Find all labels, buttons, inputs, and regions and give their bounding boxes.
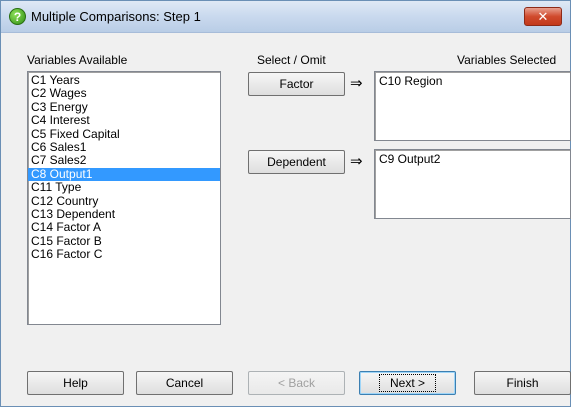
help-button[interactable]: Help: [27, 371, 124, 395]
factor-button-label: Factor: [279, 77, 314, 91]
variables-available-label: Variables Available: [27, 53, 128, 67]
dependent-button-label: Dependent: [267, 155, 326, 169]
dependent-button[interactable]: Dependent: [248, 150, 345, 174]
list-item[interactable]: C15 Factor B: [28, 234, 220, 248]
variables-selected-label: Variables Selected: [457, 53, 557, 67]
back-button[interactable]: < Back: [248, 371, 345, 395]
dependent-arrow-icon: ⇒: [350, 153, 363, 170]
dialog-window: ? Multiple Comparisons: Step 1 ✕ Variabl…: [0, 0, 571, 407]
close-button[interactable]: ✕: [524, 7, 562, 26]
dependent-selected-box[interactable]: C9 Output2: [374, 149, 571, 219]
list-item[interactable]: C11 Type: [28, 180, 220, 194]
list-item[interactable]: C14 Factor A: [28, 221, 220, 234]
list-item[interactable]: C4 Interest: [28, 113, 220, 127]
list-item[interactable]: C12 Country: [28, 194, 220, 208]
help-question-icon: ?: [9, 8, 26, 25]
list-item[interactable]: C16 Factor C: [28, 247, 220, 261]
list-item[interactable]: C1 Years: [28, 73, 220, 87]
list-item[interactable]: C2 Wages: [28, 87, 220, 100]
select-omit-label: Select / Omit: [257, 53, 326, 67]
dependent-selected-value: C9 Output2: [379, 152, 441, 166]
list-item[interactable]: C6 Sales1: [28, 140, 220, 154]
list-item[interactable]: C3 Energy: [28, 100, 220, 114]
finish-button[interactable]: Finish: [474, 371, 571, 395]
next-button[interactable]: Next >: [359, 371, 456, 395]
factor-selected-value: C10 Region: [379, 74, 443, 88]
list-item[interactable]: C8 Output1: [28, 167, 220, 182]
factor-button[interactable]: Factor: [248, 72, 345, 96]
cancel-button[interactable]: Cancel: [136, 371, 233, 395]
title-bar: ? Multiple Comparisons: Step 1 ✕: [1, 1, 570, 33]
window-title: Multiple Comparisons: Step 1: [31, 9, 201, 24]
list-item[interactable]: C5 Fixed Capital: [28, 127, 220, 141]
factor-selected-box[interactable]: C10 Region: [374, 71, 571, 141]
next-button-label: Next >: [378, 374, 436, 392]
factor-arrow-icon: ⇒: [350, 75, 363, 92]
variables-available-list[interactable]: C1 Years C2 Wages C3 Energy C4 Interest C5 F…: [27, 71, 221, 325]
list-item[interactable]: C13 Dependent: [28, 207, 220, 221]
list-item[interactable]: C7 Sales2: [28, 154, 220, 167]
